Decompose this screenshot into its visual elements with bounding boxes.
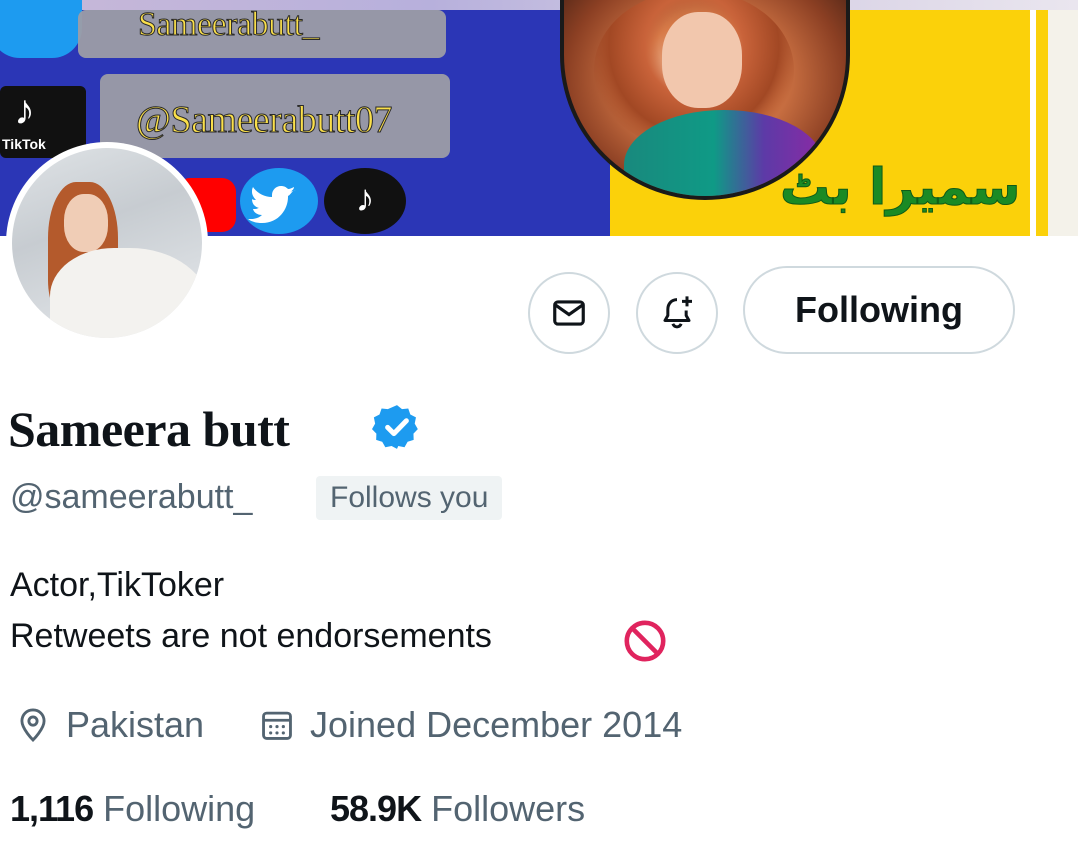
avatar[interactable] (6, 142, 208, 344)
tiktok-icon: ♪ (324, 168, 406, 234)
followers-label: Followers (431, 788, 586, 829)
banner-handle-tiktok: @Sameerabutt07 (136, 99, 393, 142)
tiktok-label: TikTok (2, 136, 46, 152)
followers-count: 58.9K (330, 788, 422, 829)
location-text: Pakistan (66, 704, 205, 745)
profile-location: Pakistan (14, 704, 204, 746)
banner-handle-top: Sameerabutt_ (138, 6, 320, 44)
twitter-icon (0, 0, 82, 58)
banner-urdu-name: سمیرا بٹ (779, 158, 1021, 217)
bell-plus-icon (663, 296, 692, 329)
joined-text: Joined December 2014 (310, 704, 683, 745)
profile-page: Sameerabutt_ ♪ TikTok @Sameerabutt07 ♪ س… (0, 0, 1078, 850)
followers-count-link[interactable]: 58.9K Followers (330, 788, 585, 830)
notifications-button[interactable] (636, 272, 718, 354)
banner-edge (1048, 10, 1078, 236)
user-handle: @sameerabutt_ (10, 478, 253, 516)
verified-badge-icon[interactable] (372, 402, 422, 452)
following-count: 1,116 (10, 788, 94, 829)
location-pin-icon (20, 708, 46, 743)
profile-joined-date: Joined December 2014 (258, 704, 682, 746)
twitter-icon (240, 168, 318, 234)
follows-you-badge: Follows you (316, 476, 503, 520)
calendar-icon (262, 711, 292, 740)
message-button[interactable] (528, 272, 610, 354)
no-entry-icon (624, 620, 666, 662)
envelope-icon (553, 300, 585, 326)
banner-edge (1030, 10, 1036, 236)
following-button[interactable]: Following (743, 266, 1015, 354)
display-name: Sameera butt (8, 401, 290, 457)
bio-line: Actor,TikToker (10, 566, 225, 604)
following-count-link[interactable]: 1,116 Following (10, 788, 255, 830)
following-label: Following (103, 788, 256, 829)
avatar-image (12, 148, 202, 338)
bio-line: Retweets are not endorsements (10, 617, 492, 655)
